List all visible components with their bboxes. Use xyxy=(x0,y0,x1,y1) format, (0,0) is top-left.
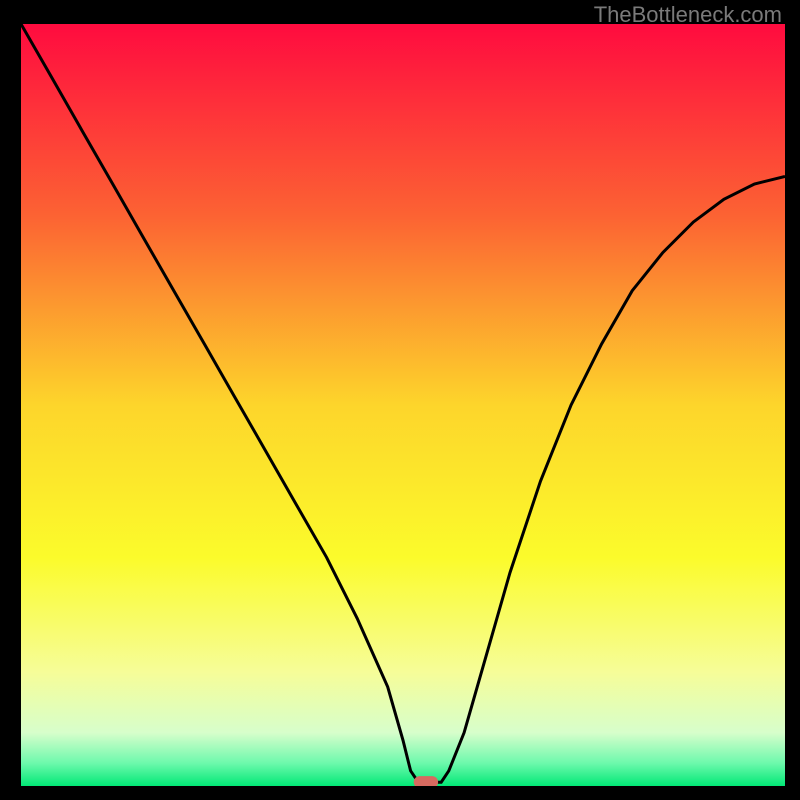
chart-background xyxy=(21,24,785,786)
optimal-marker xyxy=(414,776,438,786)
chart-svg xyxy=(21,24,785,786)
attribution-label: TheBottleneck.com xyxy=(594,2,782,28)
chart-plot-area xyxy=(21,24,785,786)
